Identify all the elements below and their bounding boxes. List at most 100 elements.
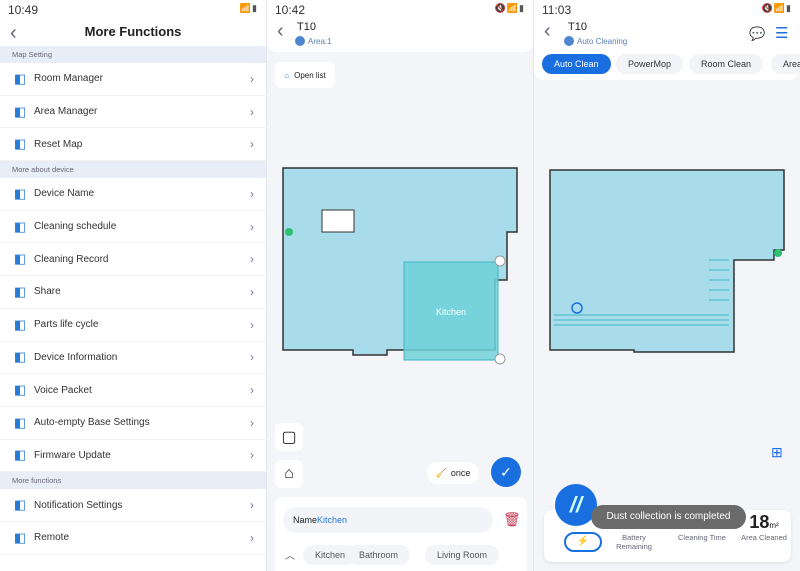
- open-list-label: Open list: [294, 70, 326, 80]
- chevron-right-icon: ›: [250, 448, 254, 463]
- add-polygon-icon: ⌂: [284, 465, 294, 482]
- menu-item-device-information[interactable]: ◧ Device Information ›: [0, 342, 266, 375]
- mode-tab[interactable]: Room Clean: [689, 54, 764, 74]
- menu-item-auto-empty-base-settings[interactable]: ◧ Auto-empty Base Settings ›: [0, 407, 266, 440]
- chevron-right-icon: ›: [250, 252, 254, 267]
- status-bar: 10:49 📶▮: [0, 0, 266, 20]
- cleaning-screen: 11:03 🔇📶▮ ‹ T10 Auto Cleaning 💬 ☰ Auto Cl…: [533, 0, 800, 571]
- status-icons: 🔇📶▮: [494, 3, 525, 13]
- chevron-right-icon: ›: [250, 383, 254, 398]
- menu-item-label: Area Manager: [34, 106, 98, 118]
- back-button[interactable]: ‹: [544, 20, 551, 43]
- back-button[interactable]: ‹: [277, 20, 284, 43]
- area-edit-screen: 10:42 🔇📶▮ ‹ T10 Area:1 ⌂ Open list Kitchen…: [266, 0, 533, 571]
- menu-item-reset-map[interactable]: ◧ Reset Map ›: [0, 128, 266, 162]
- confirm-button[interactable]: ✓: [491, 457, 521, 487]
- device-name: T10: [297, 21, 316, 33]
- kitchen-label: Kitchen: [436, 307, 466, 317]
- area-count: Area:1: [295, 36, 332, 46]
- menu-item-label: Remote: [34, 532, 70, 544]
- mode-tab[interactable]: Area: [771, 54, 800, 74]
- device-name: T10: [568, 21, 587, 33]
- name-label: Name: [293, 515, 318, 525]
- menu-item-cleaning-record[interactable]: ◧ Cleaning Record ›: [0, 243, 266, 277]
- clean-times-button[interactable]: 🧹 once: [427, 462, 479, 484]
- stat-value: 18: [749, 512, 770, 532]
- schedule-icon: ◧: [13, 218, 27, 234]
- header: ‹ More Functions: [0, 20, 266, 46]
- map-obstacle: [321, 209, 355, 233]
- chevron-right-icon: ›: [250, 186, 254, 201]
- status-text: Auto Cleaning: [577, 36, 628, 46]
- delete-icon[interactable]: 🗑: [503, 511, 521, 528]
- area-icon: [295, 36, 305, 46]
- menu-item-cleaning-schedule[interactable]: ◧ Cleaning schedule ›: [0, 211, 266, 244]
- chevron-right-icon: ›: [250, 350, 254, 365]
- dock-icon: [285, 228, 293, 236]
- collapse-icon[interactable]: ︿: [285, 547, 295, 562]
- chevron-right-icon: ›: [250, 71, 254, 86]
- cleaning-status-icon: [564, 36, 574, 46]
- menu-item-voice-packet[interactable]: ◧ Voice Packet ›: [0, 374, 266, 407]
- map-pin-icon: ⌂: [284, 70, 290, 80]
- menu-item-device-name[interactable]: ◧ Device Name ›: [0, 178, 266, 211]
- chevron-right-icon: ›: [250, 498, 254, 513]
- room-chip[interactable]: Bathroom: [347, 545, 411, 565]
- chevron-right-icon: ›: [250, 137, 254, 152]
- chevron-right-icon: ›: [250, 530, 254, 545]
- menu-item-notification-settings[interactable]: ◧ Notification Settings ›: [0, 489, 266, 522]
- section-header: Map Setting: [0, 46, 266, 63]
- menu-item-remote[interactable]: ◧ Remote ›: [0, 522, 266, 555]
- grid-view-icon[interactable]: ⊞: [771, 444, 783, 461]
- area-editor-panel: NameKitchen 🗑 ︿ Kitchen Bathroom Living Ro…: [275, 497, 527, 571]
- name-value: Kitchen: [317, 515, 348, 525]
- menu-item-label: Auto-empty Base Settings: [34, 417, 150, 429]
- name-field[interactable]: NameKitchen: [283, 507, 493, 533]
- auto-empty-icon: ◧: [13, 414, 27, 430]
- status-bar: 10:42 🔇📶▮: [267, 0, 533, 20]
- device-name-icon: ◧: [13, 185, 27, 201]
- room-chip[interactable]: Living Room: [425, 545, 500, 565]
- menu-item-room-manager[interactable]: ◧ Room Manager ›: [0, 63, 266, 96]
- cleaning-map[interactable]: [534, 160, 800, 400]
- stat-label: Battery Remaining: [616, 533, 652, 551]
- firmware-icon: ◧: [13, 447, 27, 463]
- resize-area-handle[interactable]: [494, 353, 506, 365]
- open-list-button[interactable]: ⌂ Open list: [275, 62, 335, 88]
- menu-item-label: Room Manager: [34, 73, 103, 85]
- header: 11:03 🔇📶▮ ‹ T10 Auto Cleaning 💬 ☰ Auto Cl…: [534, 0, 800, 80]
- status-icons: 📶▮: [239, 3, 258, 13]
- dock-icon: [774, 249, 782, 257]
- menu-item-parts-life-cycle[interactable]: ◧ Parts life cycle ›: [0, 309, 266, 342]
- message-icon[interactable]: 💬: [749, 26, 765, 42]
- add-polygon-button[interactable]: ⌂: [275, 460, 303, 488]
- menu-item-label: Parts life cycle: [34, 319, 99, 331]
- more-functions-screen: 10:49 📶▮ ‹ More Functions Map Setting ◧ Roo…: [0, 0, 266, 571]
- menu-item-area-manager[interactable]: ◧ Area Manager ›: [0, 96, 266, 129]
- mode-tab[interactable]: PowerMop: [616, 54, 684, 74]
- chevron-right-icon: ›: [250, 104, 254, 119]
- area-count-text: Area:1: [308, 36, 332, 46]
- clock: 11:03: [542, 3, 572, 17]
- chevron-right-icon: ›: [250, 317, 254, 332]
- menu-item-label: Cleaning Record: [34, 253, 109, 265]
- menu-item-label: Reset Map: [34, 138, 83, 150]
- notification-icon: ◧: [13, 497, 27, 513]
- menu-item-share[interactable]: ◧ Share ›: [0, 276, 266, 309]
- map[interactable]: Kitchen: [267, 160, 533, 400]
- remote-icon: ◧: [13, 529, 27, 545]
- back-button[interactable]: ‹: [10, 22, 17, 45]
- list-icon[interactable]: ☰: [775, 24, 788, 42]
- mode-tab[interactable]: Auto Clean: [542, 54, 611, 74]
- status-subtitle: Auto Cleaning: [564, 36, 627, 46]
- add-rect-icon: ▢: [281, 429, 297, 446]
- menu-item-firmware-update[interactable]: ◧ Firmware Update ›: [0, 440, 266, 473]
- chevron-right-icon: ›: [250, 284, 254, 299]
- reset-map-icon: ◧: [13, 136, 27, 152]
- menu-item-label: Device Information: [34, 351, 118, 363]
- add-area-button[interactable]: ▢: [275, 423, 303, 451]
- share-icon: ◧: [13, 283, 27, 299]
- menu-item-label: Voice Packet: [34, 384, 92, 396]
- delete-area-handle[interactable]: [494, 255, 506, 267]
- once-label: once: [450, 468, 471, 478]
